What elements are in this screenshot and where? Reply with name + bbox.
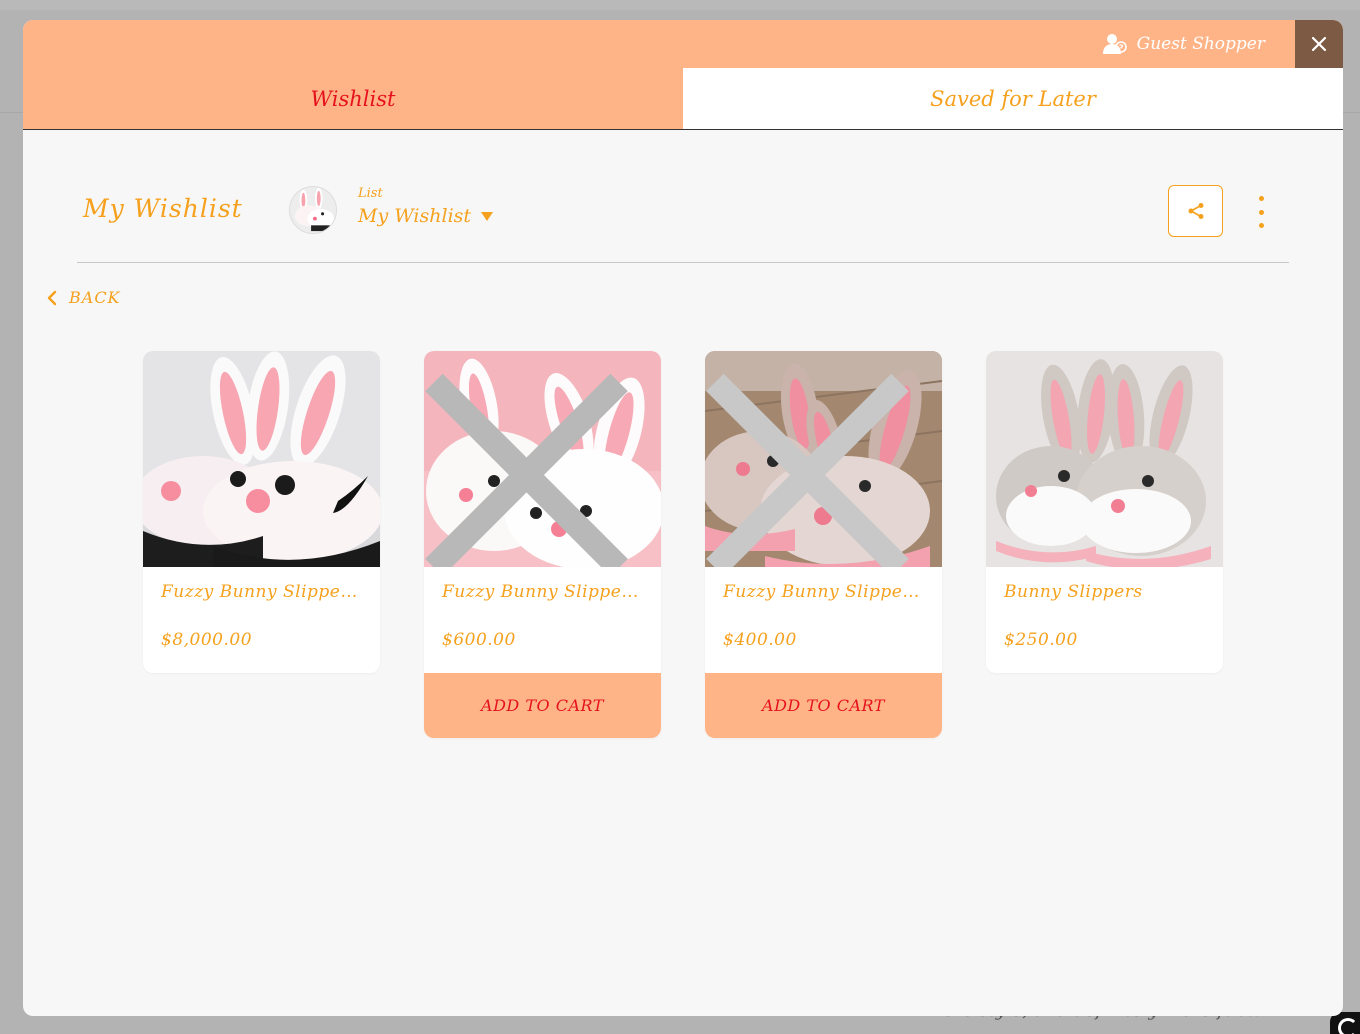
product-image[interactable] <box>143 351 380 567</box>
more-vertical-icon-dot <box>1258 209 1264 215</box>
product-name[interactable]: Bunny Slippers <box>986 567 1223 611</box>
product-price: $8,000.00 <box>161 630 253 650</box>
tab-wishlist[interactable]: Wishlist <box>23 68 683 129</box>
caret-down-icon <box>481 211 494 221</box>
product-image[interactable] <box>705 351 942 567</box>
product-card[interactable]: Fuzzy Bunny Slipper... $400.00 ADD TO CA… <box>705 351 942 738</box>
guest-user-label: Guest Shopper <box>1136 34 1265 54</box>
more-vertical-icon-dot <box>1258 196 1264 201</box>
list-selector-label: List <box>358 186 383 201</box>
product-name[interactable]: Fuzzy Bunny Slipper... <box>143 567 380 611</box>
add-to-cart-button[interactable]: ADD TO CART <box>424 673 661 738</box>
share-button[interactable] <box>1168 185 1223 237</box>
product-card[interactable]: Fuzzy Bunny Slipper... $600.00 ADD TO CA… <box>424 351 661 738</box>
close-button[interactable] <box>1295 20 1343 68</box>
remove-x-icon[interactable] <box>424 367 645 567</box>
list-selector-dropdown[interactable]: List My Wishlist <box>358 186 494 227</box>
back-label: BACK <box>69 288 121 307</box>
product-image[interactable] <box>986 351 1223 567</box>
more-options-button[interactable] <box>1251 196 1271 228</box>
tab-bar: Wishlist Saved for Later <box>23 68 1343 130</box>
product-price: $600.00 <box>442 630 516 650</box>
guest-user[interactable]: Guest Shopper <box>1102 32 1265 56</box>
back-button[interactable]: BACK <box>47 288 121 307</box>
chevron-left-icon <box>47 290 57 305</box>
page-title: My Wishlist <box>83 194 243 223</box>
list-selector-value-row: My Wishlist <box>358 205 494 227</box>
product-card[interactable]: Fuzzy Bunny Slipper... $8,000.00 <box>143 351 380 673</box>
modal-topbar: Guest Shopper <box>23 20 1343 68</box>
product-card[interactable]: Bunny Slippers $250.00 <box>986 351 1223 673</box>
close-icon <box>1311 36 1327 52</box>
guest-user-icon <box>1102 34 1127 54</box>
share-icon <box>1188 203 1203 219</box>
background-topbar <box>0 0 1360 10</box>
wishlist-modal: Guest Shopper Wishlist Saved for Later M… <box>23 20 1343 1016</box>
product-name[interactable]: Fuzzy Bunny Slipper... <box>424 567 661 611</box>
list-avatar <box>289 186 337 234</box>
wishlist-header: My Wishlist List My Wishlist <box>23 130 1343 263</box>
add-to-cart-button[interactable]: ADD TO CART <box>705 673 942 738</box>
product-price: $250.00 <box>1004 630 1078 650</box>
product-image[interactable] <box>424 351 661 567</box>
remove-x-icon[interactable] <box>705 367 926 567</box>
list-selector-value: My Wishlist <box>358 205 472 227</box>
product-price: $400.00 <box>723 630 797 650</box>
list-avatar-image <box>290 187 336 233</box>
header-divider <box>77 262 1289 263</box>
tab-saved-for-later[interactable]: Saved for Later <box>683 68 1343 129</box>
product-name[interactable]: Fuzzy Bunny Slipper... <box>705 567 942 611</box>
more-vertical-icon-dot <box>1258 223 1264 228</box>
